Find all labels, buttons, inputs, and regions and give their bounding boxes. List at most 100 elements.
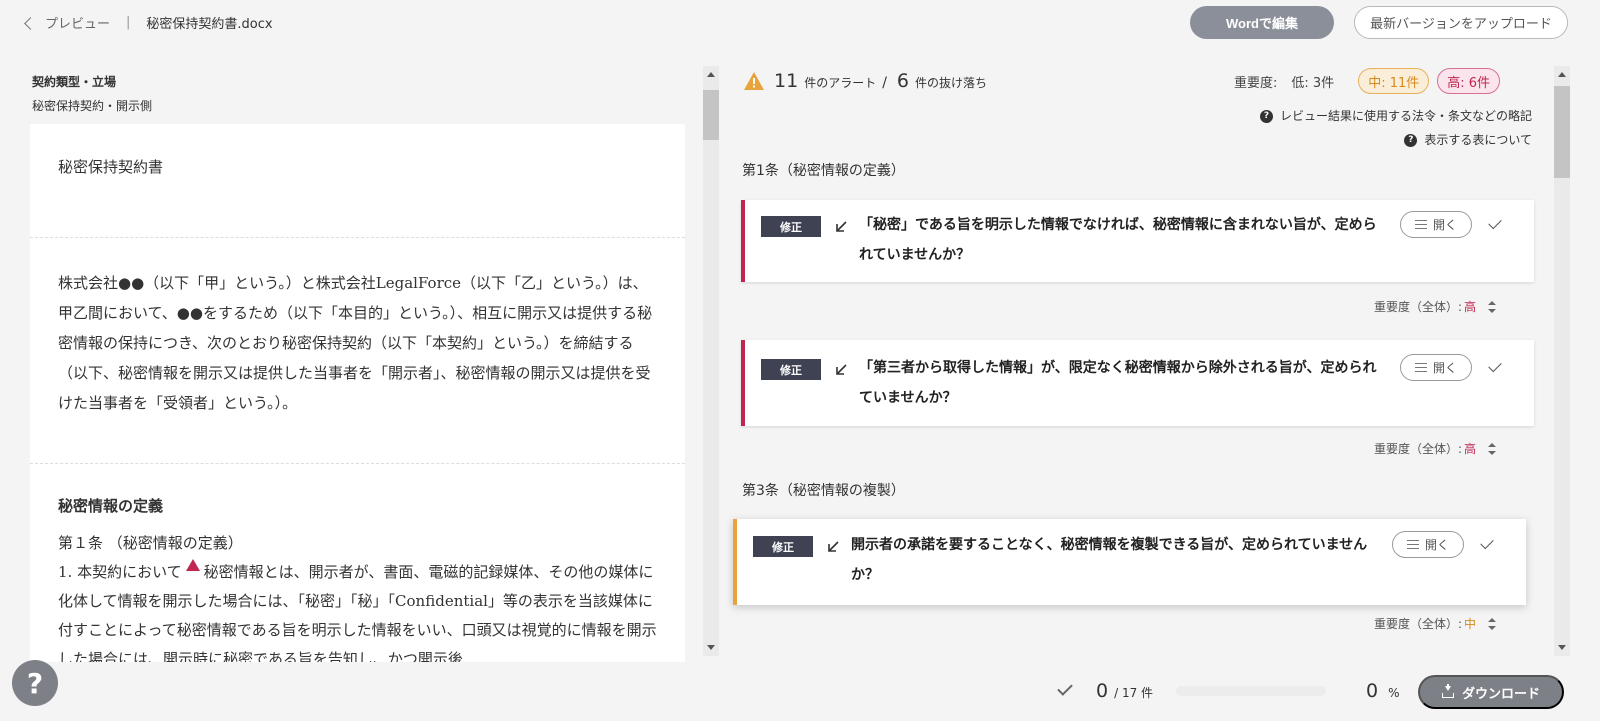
document-preamble: 株式会社●●（以下「甲」という。）と株式会社LegalForce（以下「乙」とい…: [30, 238, 685, 464]
contract-type-info: 契約類型・立場 秘密保持契約・開示側: [32, 70, 152, 118]
overall-severity[interactable]: 重要度（全体）: 中: [1374, 615, 1497, 632]
list-icon: [1414, 220, 1427, 229]
sort-updown-icon[interactable]: [1488, 617, 1497, 630]
completed-check-icon: [1057, 680, 1073, 696]
overall-severity[interactable]: 重要度（全体）: 高: [1374, 298, 1497, 315]
open-label: 開く: [1432, 218, 1457, 232]
article-heading-1: 第1条（秘密情報の定義）: [742, 163, 905, 179]
open-label: 開く: [1432, 361, 1457, 375]
alert-text: 開示者の承諾を要することなく、秘密情報を複製できる旨が、定められていませんか？: [851, 537, 1368, 583]
severity-filter: 重要度: 低: 3件 中: 11件 高: 6件: [1234, 68, 1501, 94]
alert-marker-icon[interactable]: [185, 559, 200, 571]
overall-severity-label: 重要度（全体）:: [1374, 617, 1463, 631]
abbreviations-link[interactable]: ? レビュー結果に使用する法令・条文などの略記: [1259, 104, 1532, 128]
top-bar: プレビュー | 秘密保持契約書.docx Wordで編集 最新バージョンをアップ…: [0, 0, 1600, 46]
scroll-up-icon[interactable]: [1558, 72, 1566, 77]
scroll-down-icon[interactable]: [1558, 645, 1566, 650]
document-section: 秘密情報の定義 第１条 （秘密情報の定義） 1. 本契約において 秘密情報とは、開…: [30, 464, 685, 662]
progress-count: 0 / 17 件: [1096, 680, 1153, 702]
mark-done-check-icon[interactable]: [1488, 215, 1502, 230]
warning-icon: [744, 72, 764, 90]
fix-tag: 修正: [761, 216, 821, 237]
severity-mid-pill[interactable]: 中: 11件: [1358, 68, 1430, 94]
download-button[interactable]: ダウンロード: [1418, 675, 1564, 709]
alert-summary: 11 件のアラート / 6 件の抜け落ち: [744, 70, 987, 92]
severity-bar: [733, 519, 737, 605]
help-button[interactable]: ?: [12, 660, 58, 706]
document-scrollbar[interactable]: [703, 66, 719, 656]
edit-in-word-button[interactable]: Wordで編集: [1190, 6, 1334, 39]
mark-done-check-icon[interactable]: [1480, 535, 1494, 550]
severity-bar: [741, 340, 745, 426]
contract-type-heading: 契約類型・立場: [32, 75, 117, 89]
scrollbar-thumb[interactable]: [1554, 86, 1570, 178]
alert-card[interactable]: 修正 「秘密」である旨を明示した情報でなければ、秘密情報に含まれない旨が、定めら…: [741, 200, 1534, 282]
missing-label: 件の抜け落ち: [915, 76, 988, 90]
jump-to-clause-icon[interactable]: [834, 220, 848, 234]
jump-to-clause-icon[interactable]: [826, 540, 840, 554]
sort-updown-icon[interactable]: [1488, 442, 1497, 455]
progress-percent: 0 %: [1366, 680, 1400, 702]
scroll-down-icon[interactable]: [707, 645, 715, 650]
upload-latest-version-button[interactable]: 最新バージョンをアップロード: [1354, 6, 1568, 39]
table-info-link-label[interactable]: 表示する表について: [1424, 128, 1532, 152]
overall-severity-value: 中: [1464, 617, 1477, 631]
alert-count: 11: [774, 70, 799, 92]
scroll-up-icon[interactable]: [707, 72, 715, 77]
severity-label: 重要度:: [1234, 75, 1278, 91]
scrollbar-thumb[interactable]: [703, 90, 719, 140]
overall-severity-label: 重要度（全体）:: [1374, 300, 1463, 314]
alert-text: 「秘密」である旨を明示した情報でなければ、秘密情報に含まれない旨が、定められてい…: [859, 217, 1377, 263]
article-heading: 第１条 （秘密情報の定義）: [58, 534, 243, 552]
severity-bar: [741, 200, 745, 282]
severity-high-pill[interactable]: 高: 6件: [1437, 68, 1501, 94]
abbreviations-link-label[interactable]: レビュー結果に使用する法令・条文などの略記: [1280, 104, 1532, 128]
table-info-link[interactable]: ? 表示する表について: [1260, 128, 1532, 152]
breadcrumb-separator: |: [126, 15, 131, 30]
document-preview[interactable]: 秘密保持契約書 株式会社●●（以下「甲」という。）と株式会社LegalForce…: [30, 124, 685, 662]
breadcrumb: プレビュー | 秘密保持契約書.docx: [24, 13, 273, 32]
alert-card[interactable]: 修正 「第三者から取得した情報」が、限定なく秘密情報から除外される旨が、定められ…: [741, 340, 1534, 426]
missing-count: 6: [896, 70, 910, 92]
download-label: ダウンロード: [1461, 685, 1540, 701]
list-icon: [1406, 540, 1419, 549]
fix-tag: 修正: [761, 359, 821, 380]
question-icon: ?: [1404, 133, 1418, 147]
overall-severity[interactable]: 重要度（全体）: 高: [1374, 440, 1497, 457]
open-detail-button[interactable]: 開く: [1400, 211, 1472, 238]
open-label: 開く: [1424, 538, 1449, 552]
clause-start: 1. 本契約において: [58, 563, 182, 581]
total-count: / 17 件: [1114, 686, 1154, 700]
mark-done-check-icon[interactable]: [1488, 358, 1502, 373]
article-heading-3: 第3条（秘密情報の複製）: [742, 483, 905, 499]
list-icon: [1414, 363, 1427, 372]
help-links: ? レビュー結果に使用する法令・条文などの略記 ? 表示する表について: [1259, 104, 1532, 152]
overall-severity-value: 高: [1464, 442, 1477, 456]
alert-label: 件のアラート: [804, 76, 877, 90]
question-icon: ?: [1259, 109, 1273, 123]
alert-card[interactable]: 修正 開示者の承諾を要することなく、秘密情報を複製できる旨が、定められていません…: [733, 519, 1526, 605]
percent-value: 0: [1366, 680, 1379, 702]
review-scrollbar[interactable]: [1554, 66, 1570, 656]
back-to-preview-link[interactable]: プレビュー: [45, 13, 110, 32]
summary-separator: /: [882, 75, 887, 91]
done-count: 0: [1096, 680, 1109, 702]
overall-severity-value: 高: [1464, 300, 1477, 314]
severity-low[interactable]: 低: 3件: [1291, 72, 1334, 91]
download-icon: [1441, 684, 1454, 698]
jump-to-clause-icon[interactable]: [834, 363, 848, 377]
alert-text: 「第三者から取得した情報」が、限定なく秘密情報から除外される旨が、定められていま…: [859, 360, 1377, 406]
sort-updown-icon[interactable]: [1488, 300, 1497, 313]
fix-tag: 修正: [753, 536, 813, 557]
overall-severity-label: 重要度（全体）:: [1374, 442, 1463, 456]
contract-type-value: 秘密保持契約・開示側: [32, 99, 153, 113]
clause-text: 1. 本契約において 秘密情報とは、開示者が、書面、電磁的記録媒体、その他の媒体に…: [58, 558, 657, 662]
file-name: 秘密保持契約書.docx: [146, 17, 273, 32]
document-title: 秘密保持契約書: [30, 124, 685, 238]
chevron-left-icon[interactable]: [24, 16, 37, 30]
progress-bar: [1176, 686, 1326, 696]
open-detail-button[interactable]: 開く: [1392, 531, 1464, 558]
section-heading: 秘密情報の定義: [58, 498, 164, 515]
open-detail-button[interactable]: 開く: [1400, 354, 1472, 381]
percent-sign: %: [1388, 686, 1400, 700]
